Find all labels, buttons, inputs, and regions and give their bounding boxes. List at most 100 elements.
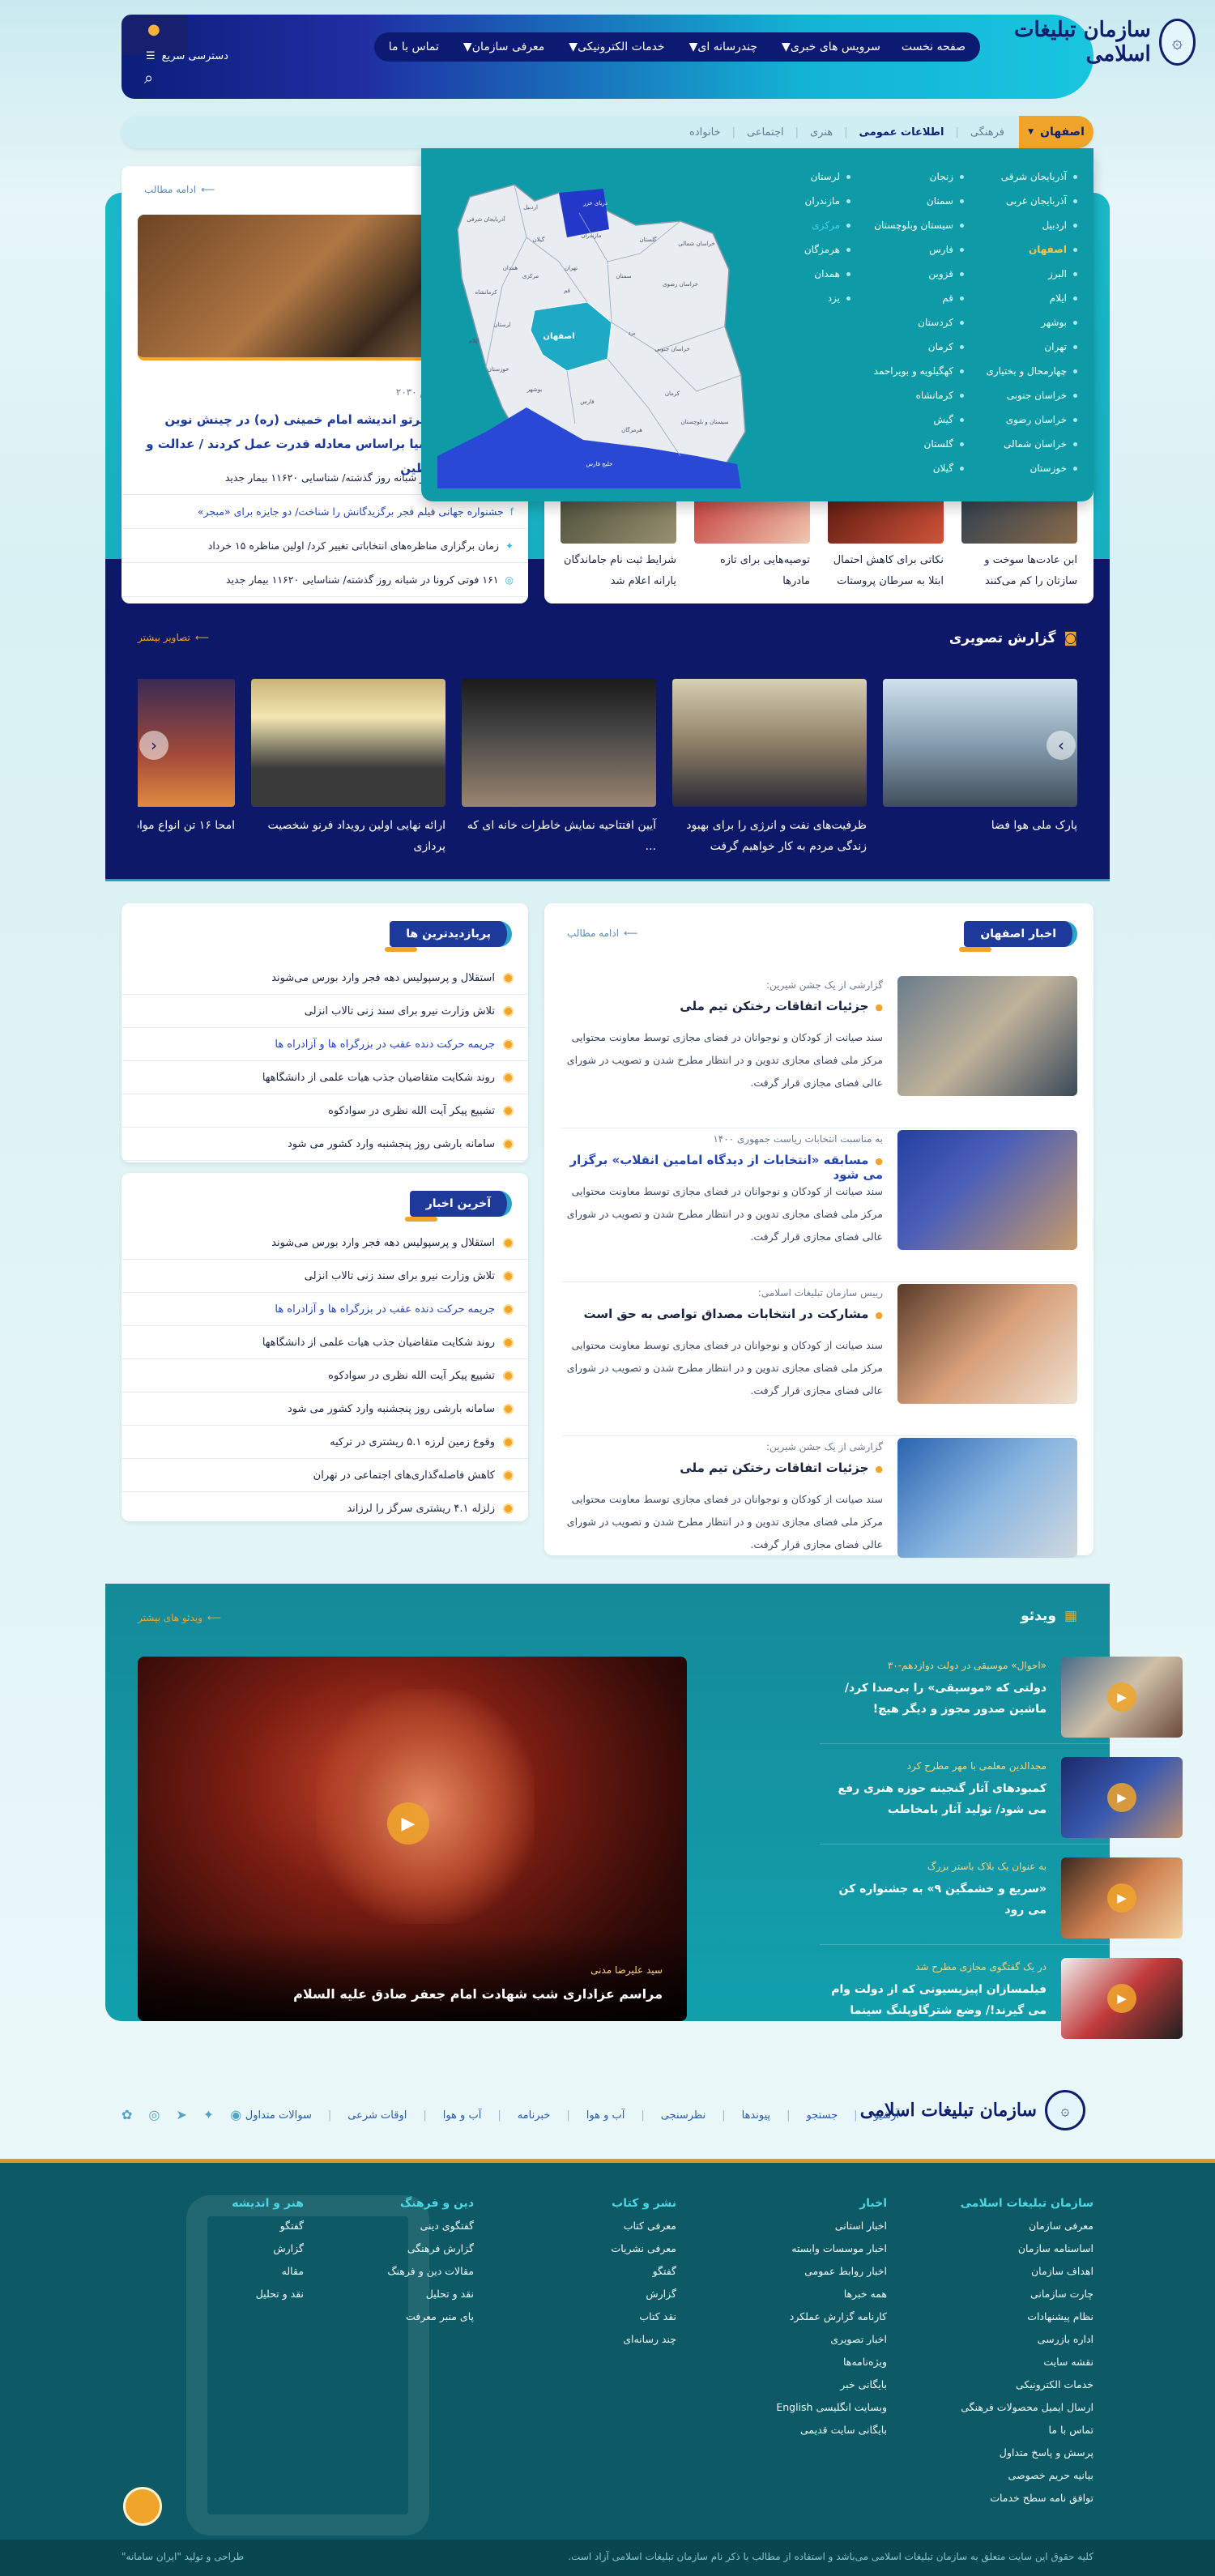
nav-item[interactable]: تماس با ما [389,41,439,53]
province-item[interactable]: خراسان رضوی [964,407,1077,432]
province-item[interactable]: خراسان شمالی [964,432,1077,456]
footer-column-link[interactable]: نقد کتاب [611,2310,676,2333]
footer-link[interactable]: نظرسنجی [661,2109,706,2122]
iran-map[interactable]: آذربایجان شرقی اردبیل گیلان مازندران گلستان خ… [437,164,761,488]
mid-thumb[interactable]: شرایط ثبت نام جاماندگان یارانه اعلام شد [561,492,676,592]
footer-column-link[interactable]: همه خبرها [776,2288,887,2310]
gallery-item[interactable]: پارک ملی هوا فضا [883,679,1077,857]
subnav-item[interactable]: اجتماعی [747,126,784,139]
list-item[interactable]: تلاش وزارت نیرو برای سند زنی تالاب انزلی [122,995,528,1028]
footer-column-link[interactable]: کارنامه گزارش عملکرد [776,2310,887,2333]
footer-column-link[interactable]: گفتگوی دینی [387,2220,474,2242]
footer-column-link[interactable]: معرفی سازمان [961,2220,1094,2242]
video-more[interactable]: ⟵ ویدئو های بیشتر [138,1612,221,1623]
province-item[interactable]: گیش [850,407,964,432]
gallery-more[interactable]: ⟵ تصاویر بیشتر [138,632,209,643]
list-item[interactable]: سامانه بارشی روز پنجشنبه وارد کشور می شو… [122,1392,528,1426]
footer-column-link[interactable]: گزارش [232,2242,304,2265]
footer-column-link[interactable]: تماس با ما [961,2424,1094,2446]
footer-column-link[interactable]: توافق نامه سطح خدمات [961,2492,1094,2514]
nav-item[interactable]: چندرسانه ای▼ [686,41,757,53]
footer-column-link[interactable]: گفتگو [232,2220,304,2242]
list-item[interactable]: استقلال و پرسپولیس دهه فجر وارد بورس می‌… [122,962,528,995]
province-news-item[interactable]: به مناسبت انتخابات ریاست جمهوری ۱۴۰۰ مساب… [562,1130,1077,1282]
province-item[interactable]: بوشهر [964,310,1077,335]
news-title[interactable]: جزئیات اتفاقات رختکن تیم ملی [680,1461,883,1475]
gallery-item[interactable]: ظرفیت‌های نفت و انرژی را برای بهبود زندگ… [672,679,867,857]
featured-video-title[interactable]: مراسم عزاداری شب شهادت امام جعفر صادق عل… [293,1986,663,2002]
footer-column-link[interactable]: معرفی نشریات [611,2242,676,2265]
footer-column-link[interactable]: نقشه سایت [961,2356,1094,2378]
province-item[interactable]: آذربایجان شرقی [964,164,1077,189]
footer-column-link[interactable]: گفتگو [611,2265,676,2288]
gallery-item[interactable]: ارائه نهایی اولین رویداد فرنو شخصیت پردا… [251,679,446,857]
subnav-item[interactable]: خانواده [689,126,721,139]
footer-column-link[interactable]: خدمات الکترونیکی [961,2378,1094,2401]
province-item[interactable]: کرمانشاه [850,383,964,407]
province-item[interactable]: اصفهان [964,237,1077,262]
featured-video[interactable]: ▶ سید علیرضا مدنی مراسم عزاداری شب شهادت… [138,1657,687,2021]
gallery-item[interactable]: امحا ۱۶ تن انواع مواد [138,679,235,857]
province-item[interactable]: قزوین [850,262,964,286]
footer-column-link[interactable]: گزارش فرهنگی [387,2242,474,2265]
twitter-icon[interactable]: ✦ [203,2107,214,2122]
more-link[interactable]: ⟵ ادامه مطالب [144,184,215,195]
province-item[interactable]: تهران [964,335,1077,359]
province-item[interactable]: کردستان [850,310,964,335]
nav-item[interactable]: صفحه نخست [902,41,966,53]
footer-column-link[interactable]: اساسنامه سازمان [961,2242,1094,2265]
footer-column-link[interactable]: مقاله [232,2265,304,2288]
province-news-more[interactable]: ⟵ ادامه مطالب [567,928,637,939]
list-item[interactable]: سامانه بارشی روز پنجشنبه وارد کشور می شو… [122,1128,528,1161]
list-item[interactable]: جریمه حرکت دنده عقب در بزرگراه ها و آزاد… [122,1293,528,1326]
province-item[interactable]: کرمان [850,335,964,359]
video-item[interactable]: ▶ مجدالدین معلمی با مهر مطرح کرد کمبودهای … [820,1757,1183,1845]
list-item[interactable]: روند شکایت متقاضیان جذب هیات علمی از دان… [122,1326,528,1359]
designer-credit[interactable]: طراحی و تولید "ایران سامانه" [122,2551,244,2562]
play-icon[interactable]: ▶ [1107,1683,1136,1712]
footer-column-link[interactable]: اخبار موسسات وابسته [776,2242,887,2265]
rss-icon[interactable]: ◉ [230,2107,241,2122]
footer-link[interactable]: سوالات متداول [245,2109,312,2122]
footer-column-link[interactable]: اخبار تصویری [776,2333,887,2356]
user-icon[interactable]: ● [147,21,160,38]
list-item[interactable]: تشییع پیکر آیت الله نظری در سوادکوه [122,1359,528,1392]
quick-access[interactable]: دسترسی سریع ☰ [146,50,228,62]
list-item[interactable]: تلاش وزارت نیرو برای سند زنی تالاب انزلی [122,1260,528,1293]
play-icon[interactable]: ▶ [387,1802,429,1845]
footer-column-link[interactable]: معرفی کتاب [611,2220,676,2242]
province-news-item[interactable]: رییس سازمان تبلیغات اسلامی: مشارکت در انت… [562,1284,1077,1436]
news-title[interactable]: جزئیات اتفاقات رختکن تیم ملی [680,999,883,1013]
list-item[interactable]: جریمه حرکت دنده عقب در بزرگراه ها و آزاد… [122,1028,528,1061]
footer-column-link[interactable]: ویژه‌نامه‌ها [776,2356,887,2378]
province-item[interactable]: خوزستان [964,456,1077,480]
site-logo[interactable]: ۞ سازمان تبلیغات اسلامی [993,18,1196,66]
province-item[interactable]: خراسان جنوبی [964,383,1077,407]
footer-link[interactable]: جستجو [807,2109,838,2122]
province-item[interactable]: البرز [964,262,1077,286]
list-item[interactable]: وقوع زمین لرزه ۵.۱ ریشتری در ترکیه [122,1426,528,1459]
footer-column-link[interactable]: وبسایت انگلیسی English [776,2401,887,2424]
video-item[interactable]: ▶ «احوال» موسیقی در دولت دوازدهم-۳۰ دولتی … [820,1657,1183,1744]
footer-column-link[interactable]: اهداف سازمان [961,2265,1094,2288]
province-item[interactable]: فارس [850,237,964,262]
gallery-next-button[interactable]: › [1047,731,1076,760]
footer-column-link[interactable]: اخبار روابط عمومی [776,2265,887,2288]
footer-column-link[interactable]: مقالات دین و فرهنگ [387,2265,474,2288]
footer-column-link[interactable]: نقد و تحلیل [232,2288,304,2310]
news-title[interactable]: مسابقه «انتخابات از دیدگاه امامین انقلاب… [562,1153,884,1182]
list-item[interactable]: روند شکایت متقاضیان جذب هیات علمی از دان… [122,1061,528,1094]
play-icon[interactable]: ▶ [1107,1883,1136,1913]
subnav-item[interactable]: فرهنگی [970,126,1004,139]
mid-thumb[interactable]: نکاتی برای کاهش احتمال ابتلا به سرطان پر… [828,492,944,592]
news-title[interactable]: مشارکت در انتخابات مصداق تواصی به حق است [583,1307,883,1321]
nav-item[interactable]: خدمات الکترونیکی▼ [565,41,664,53]
footer-column-link[interactable]: نظام پیشنهادات [961,2310,1094,2333]
play-icon[interactable]: ▶ [1107,1783,1136,1812]
footer-badge-icon[interactable] [123,2487,162,2526]
footer-column-link[interactable]: بایگانی خبر [776,2378,887,2401]
footer-column-link[interactable]: بایگانی سایت قدیمی [776,2424,887,2446]
footer-link[interactable]: خبرنامه [518,2109,551,2122]
search-icon[interactable]: ⌕ [144,68,153,87]
province-item[interactable]: گلستان [850,432,964,456]
